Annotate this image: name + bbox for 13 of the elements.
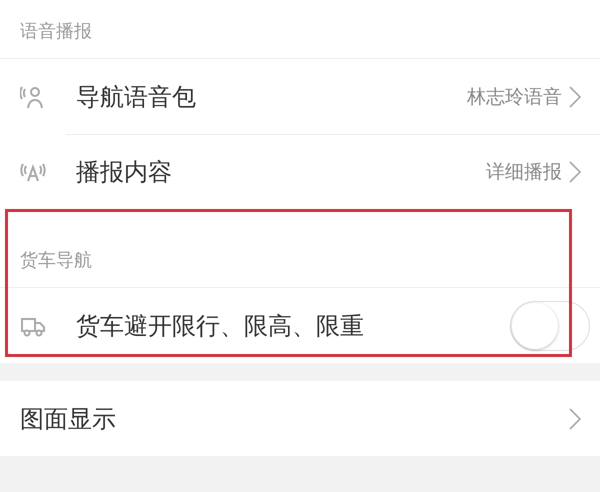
setting-label[interactable]: 导航语音包 xyxy=(76,80,467,112)
toggle-switch[interactable] xyxy=(510,300,590,350)
setting-value: 详细播报 xyxy=(486,160,562,184)
voice-person-icon xyxy=(20,84,46,110)
setting-label: 货车避开限行、限高、限重 xyxy=(76,310,365,342)
section-header: 语音播报 xyxy=(20,20,92,43)
setting-label[interactable]: 图面显示 xyxy=(20,402,568,434)
setting-label[interactable]: 播报内容 xyxy=(76,156,486,188)
chevron-right-icon xyxy=(568,160,582,184)
section-header: 货车导航 xyxy=(20,249,92,272)
setting-value: 林志玲语音 xyxy=(467,84,562,110)
chevron-right-icon xyxy=(568,84,582,108)
chevron-right-icon xyxy=(568,406,582,430)
